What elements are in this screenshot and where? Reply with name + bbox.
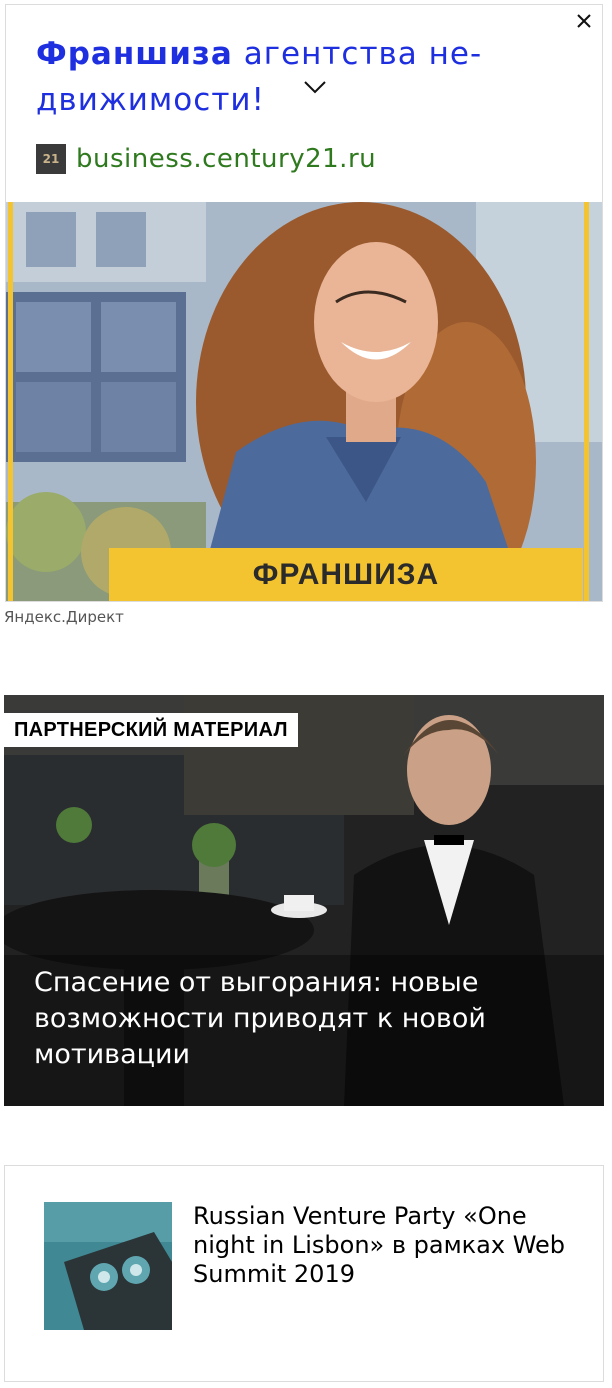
related-article-card[interactable]: Russian Venture Party «One night in Lisb… bbox=[4, 1165, 604, 1382]
ad-domain-row[interactable]: 21 business.century21.ru bbox=[36, 141, 376, 177]
partner-headline[interactable]: Спасение от выгорания: новые возможности… bbox=[34, 965, 574, 1073]
century21-favicon-icon: 21 bbox=[36, 144, 66, 174]
partner-badge: ПАРТНЕРСКИЙ МАТЕРИАЛ bbox=[4, 713, 298, 747]
banner-strip: ФРАНШИЗА bbox=[109, 548, 583, 601]
ad-domain-link[interactable]: business.century21.ru bbox=[76, 144, 376, 174]
banner-text: ФРАНШИЗА bbox=[252, 558, 440, 591]
ad-title-bold: Франшиза bbox=[36, 36, 233, 72]
ad-photo-illustration bbox=[6, 202, 602, 601]
ad-title[interactable]: Франшиза агентства не­движимости! bbox=[36, 31, 526, 123]
chevron-down-icon[interactable] bbox=[302, 77, 328, 97]
ad-block[interactable]: Франшиза агентства не­движимости! 21 bus… bbox=[5, 4, 603, 602]
ad-banner-image[interactable]: ФРАНШИЗА bbox=[6, 202, 602, 601]
related-thumbnail[interactable] bbox=[44, 1202, 172, 1330]
partner-card[interactable]: ПАРТНЕРСКИЙ МАТЕРИАЛ Спасение от выгоран… bbox=[4, 695, 604, 1106]
close-icon[interactable] bbox=[574, 11, 594, 31]
ad-source-label[interactable]: Яндекс.Директ bbox=[4, 608, 124, 626]
vr-headset-image bbox=[44, 1202, 172, 1330]
related-article-title[interactable]: Russian Venture Party «One night in Lisb… bbox=[193, 1202, 573, 1289]
favicon-text: 21 bbox=[42, 152, 60, 166]
